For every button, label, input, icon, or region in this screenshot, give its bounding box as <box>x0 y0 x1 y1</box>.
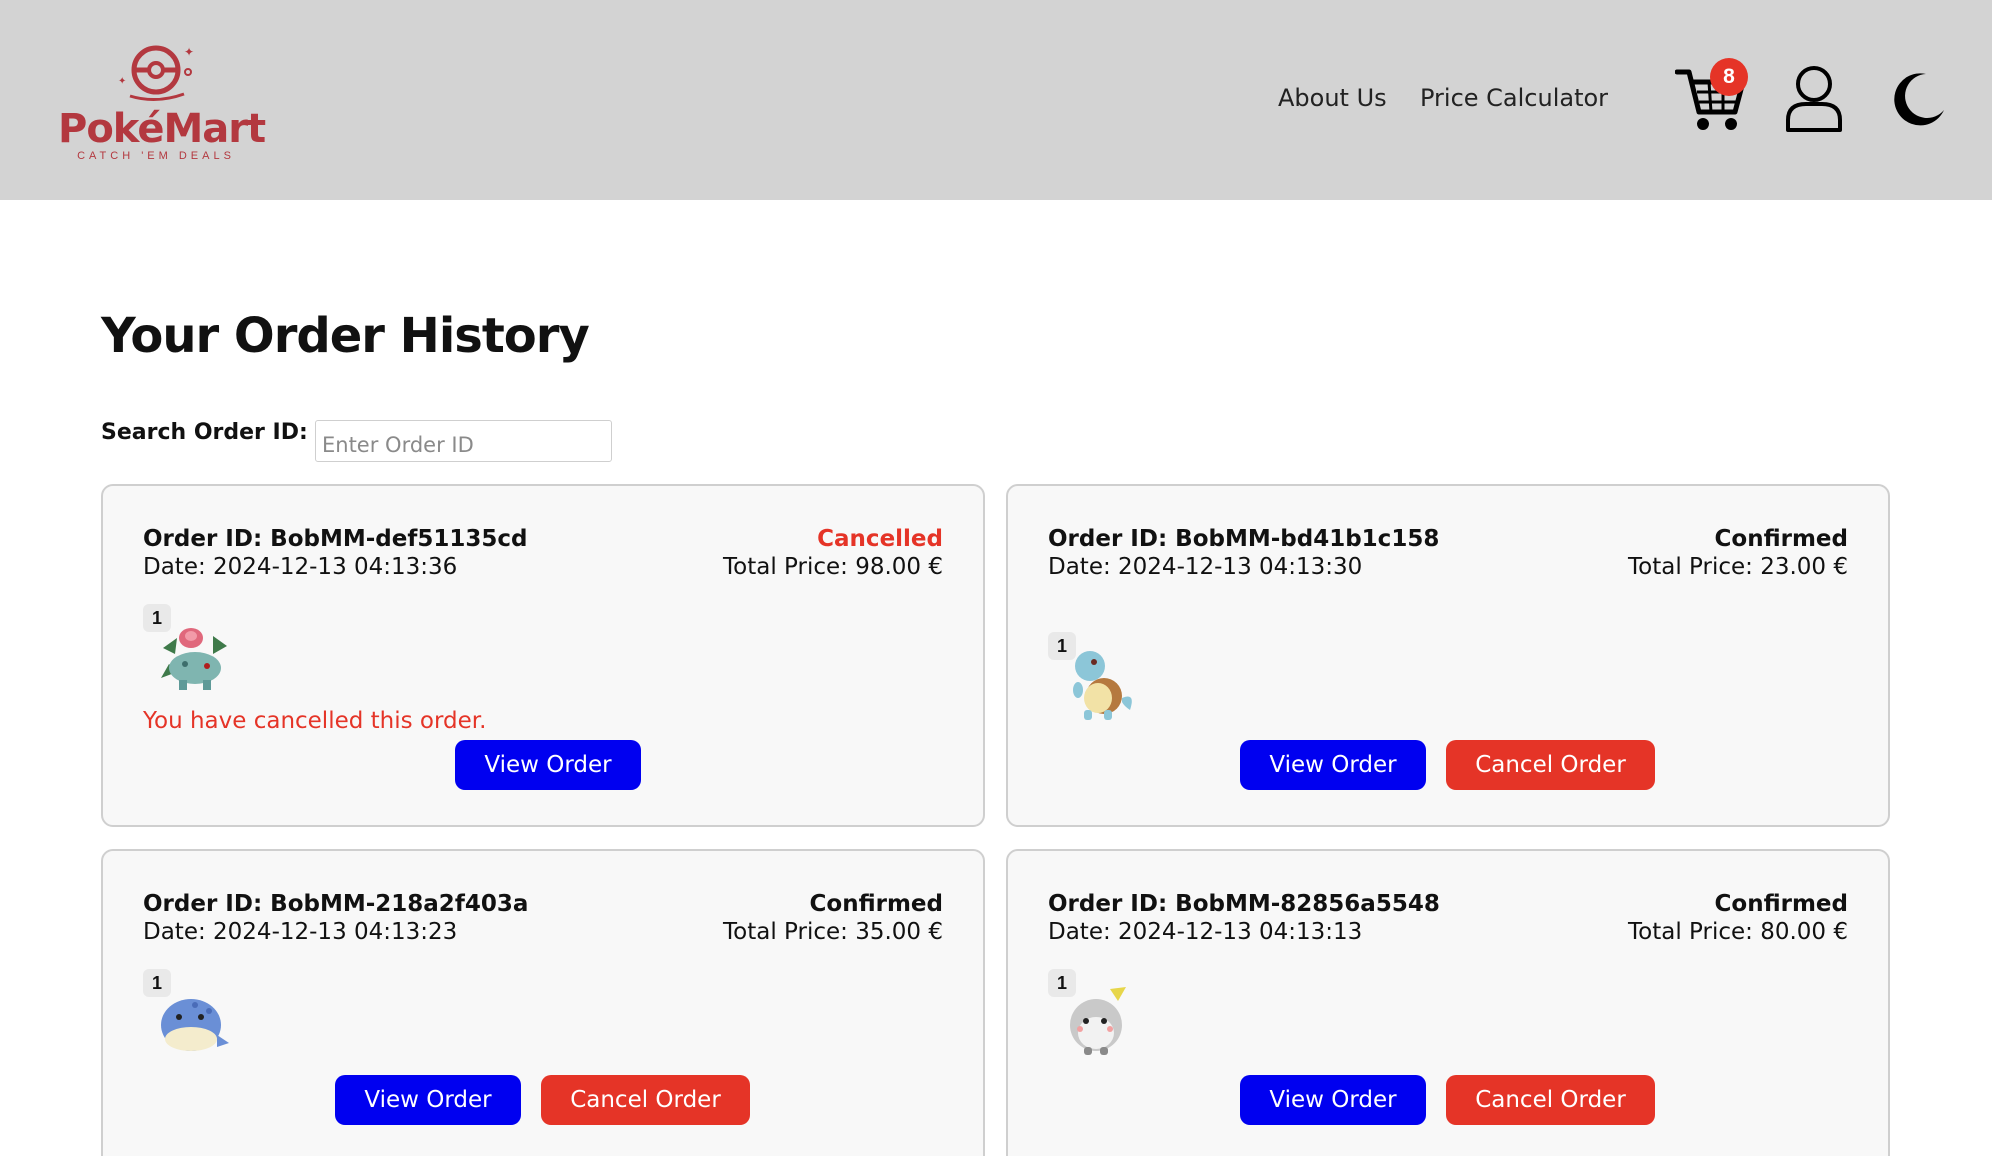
cancel-order-button[interactable]: Cancel Order <box>541 1075 750 1125</box>
brand-tagline: CATCH 'EM DEALS <box>77 150 235 162</box>
view-order-button[interactable]: View Order <box>1240 1075 1426 1125</box>
nav-price-calculator-link[interactable]: Price Calculator <box>1420 84 1608 112</box>
cart-button[interactable]: 8 <box>1674 58 1755 134</box>
item-quantity: 1 <box>1048 969 1076 997</box>
order-id: Order ID: BobMM-def51135cd <box>143 526 528 552</box>
order-card: Order ID: BobMM-82856a5548 Date: 2024-12… <box>1006 849 1890 1156</box>
order-date: Date: 2024-12-13 04:13:23 <box>143 919 458 945</box>
cancelled-message: You have cancelled this order. <box>143 708 487 734</box>
order-id: Order ID: BobMM-bd41b1c158 <box>1048 526 1440 552</box>
order-card: Order ID: BobMM-218a2f403a Date: 2024-12… <box>101 849 985 1156</box>
site-header: ✦ ✦ PokéMart CATCH 'EM DEALS About Us Pr… <box>0 0 1992 200</box>
account-button[interactable] <box>1784 64 1844 136</box>
order-status: Confirmed <box>809 891 943 917</box>
page-title: Your Order History <box>101 308 590 364</box>
order-card: Order ID: BobMM-bd41b1c158 Date: 2024-12… <box>1006 484 1890 827</box>
svg-text:✦: ✦ <box>184 45 194 59</box>
order-date: Date: 2024-12-13 04:13:36 <box>143 554 458 580</box>
order-total: Total Price: 98.00 € <box>723 554 943 580</box>
dark-mode-toggle[interactable] <box>1890 70 1948 128</box>
cart-count-badge: 8 <box>1710 58 1748 96</box>
order-status: Cancelled <box>817 526 943 552</box>
order-id: Order ID: BobMM-82856a5548 <box>1048 891 1440 917</box>
item-quantity: 1 <box>143 604 171 632</box>
order-card: Order ID: BobMM-def51135cd Date: 2024-12… <box>101 484 985 827</box>
svg-text:✦: ✦ <box>118 76 126 87</box>
pokeball-logo-icon: ✦ ✦ <box>118 45 194 101</box>
order-date: Date: 2024-12-13 04:13:13 <box>1048 919 1363 945</box>
item-quantity: 1 <box>1048 632 1076 660</box>
order-item: 1 <box>1048 632 1136 720</box>
search-order-label: Search Order ID: <box>101 420 308 445</box>
pokemart-logo[interactable]: ✦ ✦ PokéMart CATCH 'EM DEALS <box>58 38 266 168</box>
order-id: Order ID: BobMM-218a2f403a <box>143 891 529 917</box>
search-order-input[interactable] <box>315 420 612 462</box>
order-status: Confirmed <box>1714 891 1848 917</box>
view-order-button[interactable]: View Order <box>1240 740 1426 790</box>
view-order-button[interactable]: View Order <box>335 1075 521 1125</box>
order-item: 1 <box>1048 969 1136 1057</box>
view-order-button[interactable]: View Order <box>455 740 641 790</box>
order-total: Total Price: 35.00 € <box>723 919 943 945</box>
order-total: Total Price: 23.00 € <box>1628 554 1848 580</box>
nav-about-us-link[interactable]: About Us <box>1278 84 1387 112</box>
order-date: Date: 2024-12-13 04:13:30 <box>1048 554 1363 580</box>
user-icon <box>1786 66 1842 132</box>
order-item: 1 <box>143 604 231 692</box>
cancel-order-button[interactable]: Cancel Order <box>1446 740 1655 790</box>
order-status: Confirmed <box>1714 526 1848 552</box>
moon-icon <box>1894 73 1944 126</box>
order-total: Total Price: 80.00 € <box>1628 919 1848 945</box>
order-item: 1 <box>143 969 231 1057</box>
brand-name: PokéMart <box>58 106 266 152</box>
item-quantity: 1 <box>143 969 171 997</box>
cancel-order-button[interactable]: Cancel Order <box>1446 1075 1655 1125</box>
